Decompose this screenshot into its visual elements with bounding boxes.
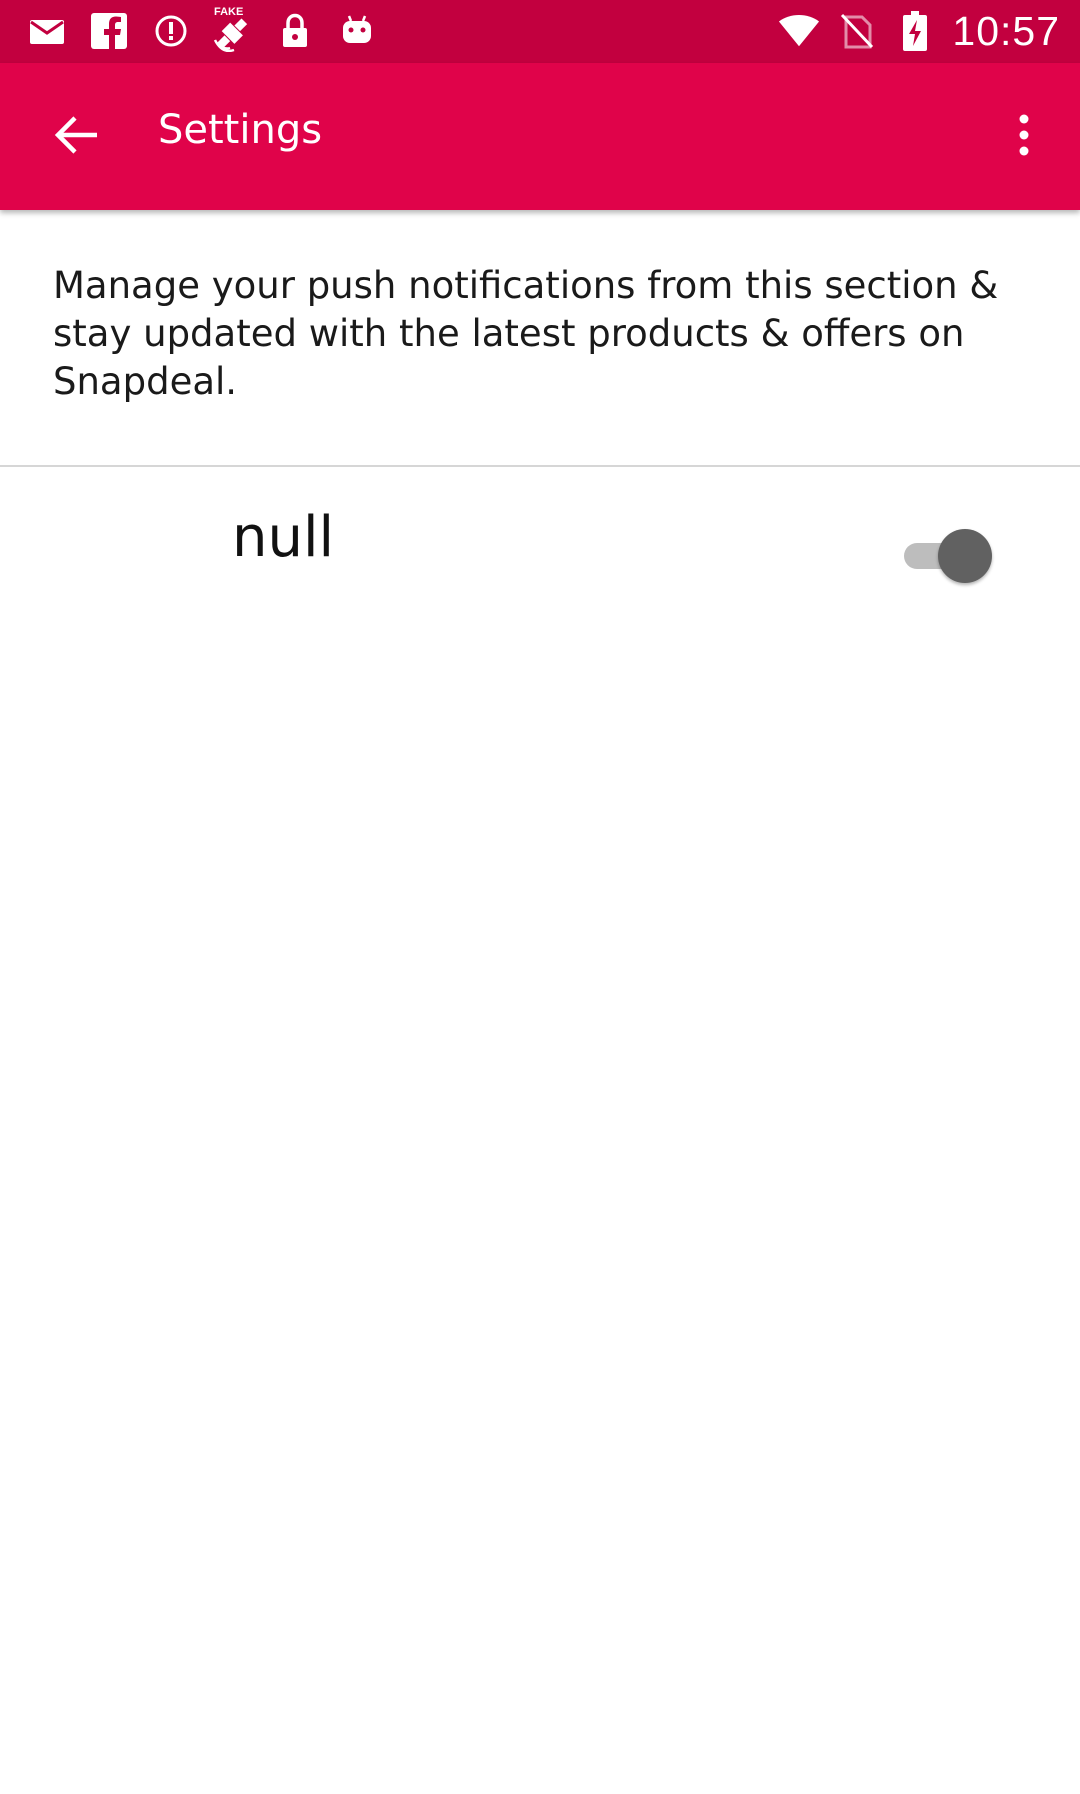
- status-bar: FAKE 10:57: [0, 0, 1080, 63]
- fake-gps-label: FAKE: [214, 6, 244, 18]
- notification-description: Manage your push notifications from this…: [53, 264, 999, 403]
- toggle-thumb: [938, 529, 992, 583]
- android-icon: [336, 10, 378, 52]
- mail-icon: [26, 10, 68, 52]
- facebook-icon: [88, 10, 130, 52]
- notification-icons: FAKE: [26, 6, 398, 56]
- arrow-left-icon: [53, 115, 99, 159]
- fake-gps-icon: FAKE: [212, 6, 254, 52]
- more-vert-icon: [1018, 114, 1030, 160]
- overflow-menu-button[interactable]: [984, 97, 1064, 177]
- no-sim-icon: [836, 10, 878, 52]
- app-bar: Settings: [0, 63, 1080, 210]
- wifi-icon: [778, 10, 820, 52]
- setting-label: null: [232, 505, 335, 570]
- notification-toggle[interactable]: [904, 529, 996, 583]
- lock-icon: [274, 10, 316, 52]
- alert-circle-icon: [150, 10, 192, 52]
- back-button[interactable]: [36, 97, 116, 177]
- page-title: Settings: [158, 107, 323, 153]
- clock: 10:57: [952, 7, 1060, 54]
- system-icons: 10:57: [762, 6, 1060, 56]
- battery-charging-icon: [894, 10, 936, 52]
- notification-setting-row[interactable]: null: [0, 467, 1080, 587]
